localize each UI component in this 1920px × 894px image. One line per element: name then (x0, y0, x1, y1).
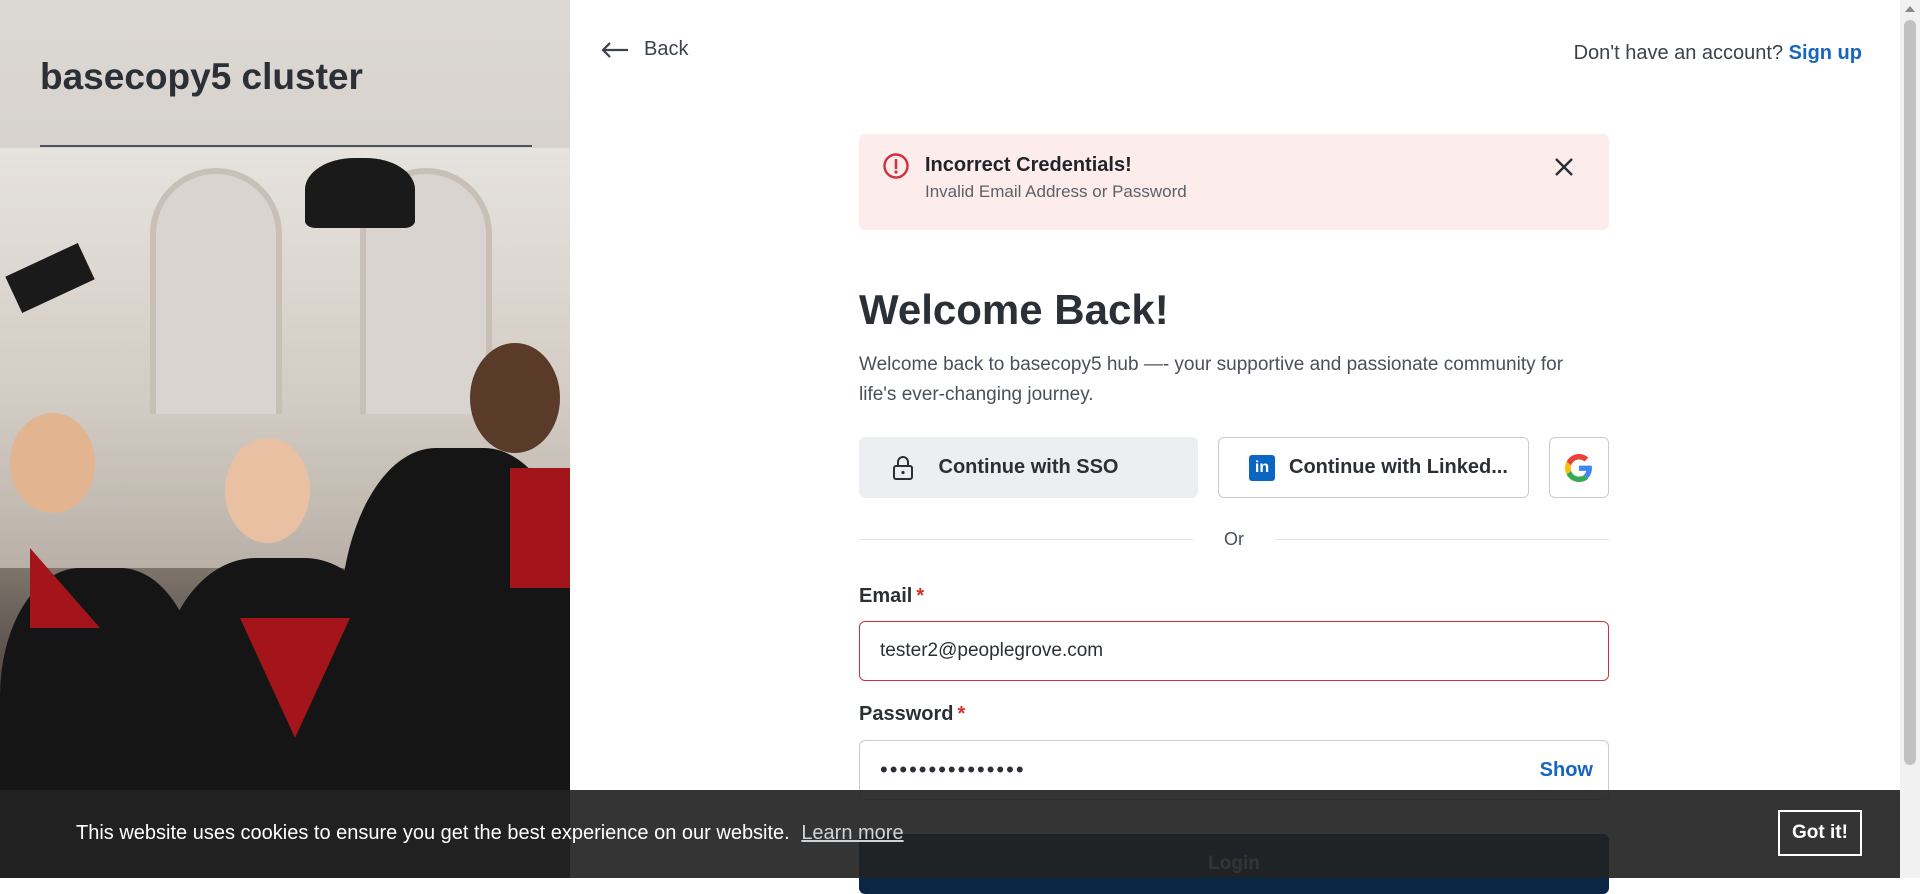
cookie-banner: This website uses cookies to ensure you … (0, 790, 1900, 878)
photo-stole (510, 468, 570, 588)
learn-more-link[interactable]: Learn more (801, 822, 903, 844)
error-alert: Incorrect Credentials! Invalid Email Add… (859, 134, 1609, 230)
scrollbar-thumb[interactable] (1904, 20, 1916, 765)
sso-button[interactable]: Continue with SSO (859, 437, 1198, 498)
graduation-photo (0, 148, 570, 878)
photo-face (470, 343, 560, 453)
photo-face (225, 438, 310, 543)
divider-line (1275, 539, 1609, 540)
email-label: Email * (859, 585, 924, 608)
sidebar-divider (40, 145, 532, 147)
password-label: Password * (859, 703, 965, 726)
left-panel: basecopy5 cluster (0, 0, 570, 878)
error-icon (883, 153, 909, 179)
page-title: Welcome Back! (859, 286, 1169, 333)
signup-prompt: Don't have an account? Sign up (1574, 42, 1862, 65)
photo-arch (150, 168, 282, 414)
signup-prompt-text: Don't have an account? (1573, 42, 1784, 64)
alert-message: Invalid Email Address or Password (925, 182, 1187, 201)
required-marker: * (916, 585, 925, 607)
photo-cap (305, 158, 415, 228)
photo-face (10, 413, 95, 513)
linkedin-label: Continue with Linked... (1289, 456, 1508, 478)
show-password-button[interactable]: Show (1540, 759, 1593, 782)
password-label-text: Password (859, 703, 954, 725)
required-marker: * (957, 703, 966, 725)
email-label-text: Email (859, 585, 913, 607)
cookie-accept-button[interactable]: Got it! (1778, 810, 1862, 856)
lock-icon (893, 456, 913, 480)
back-link[interactable]: Back (600, 38, 688, 61)
linkedin-button[interactable]: in Continue with Linked... (1218, 437, 1529, 498)
signup-link[interactable]: Sign up (1789, 42, 1862, 64)
close-icon[interactable] (1553, 156, 1575, 178)
google-button[interactable] (1549, 437, 1609, 498)
sso-label: Continue with SSO (938, 456, 1119, 478)
arrow-left-icon (601, 41, 628, 58)
alert-title: Incorrect Credentials! (925, 154, 1132, 176)
page-subtitle: Welcome back to basecopy5 hub —- your su… (859, 354, 1564, 405)
or-divider: Or (859, 528, 1609, 552)
linkedin-icon: in (1249, 454, 1275, 481)
org-name: basecopy5 cluster (40, 56, 363, 97)
google-icon (1565, 453, 1592, 482)
cookie-message-text: This website uses cookies to ensure you … (76, 822, 790, 844)
back-label: Back (644, 38, 689, 60)
email-field[interactable] (859, 621, 1609, 681)
scroll-up-icon[interactable] (1905, 6, 1915, 12)
password-mask: ••••••••••••••• (880, 757, 1026, 782)
cookie-message: This website uses cookies to ensure you … (76, 822, 904, 845)
scrollbar[interactable] (1900, 0, 1920, 878)
